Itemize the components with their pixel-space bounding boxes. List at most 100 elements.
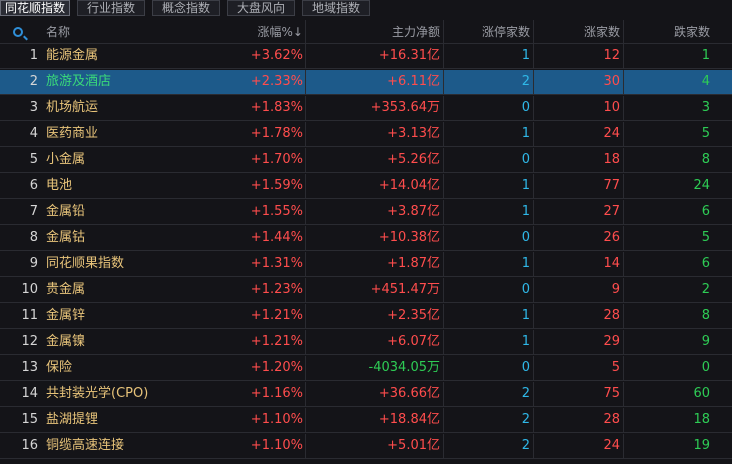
row-change: +1.83%: [250, 100, 303, 115]
row-net-flow: +3.87亿: [387, 204, 440, 219]
table-row[interactable]: 10 贵金属 +1.23% +451.47万 0 9 2: [0, 278, 732, 303]
column-header-net-flow[interactable]: 主力净额: [304, 20, 440, 43]
column-divider: [443, 356, 444, 380]
row-down-count: 3: [701, 100, 710, 115]
column-divider: [623, 278, 624, 302]
row-net-flow: +2.35亿: [387, 308, 440, 323]
row-net-flow: +6.07亿: [387, 334, 440, 349]
table-row[interactable]: 2 旅游及酒店 +2.33% +6.11亿 2 30 4: [0, 70, 732, 95]
table-row[interactable]: 14 共封装光学(CPO) +1.16% +36.66亿 2 75 60: [0, 382, 732, 407]
row-name: 机场航运: [46, 100, 99, 115]
row-index: 4: [29, 126, 38, 141]
column-divider: [533, 96, 534, 120]
table-row[interactable]: 7 金属铅 +1.55% +3.87亿 1 27 6: [0, 200, 732, 225]
row-change: +1.21%: [250, 334, 303, 349]
table-row[interactable]: 15 盐湖提锂 +1.10% +18.84亿 2 28 18: [0, 408, 732, 433]
column-divider: [623, 382, 624, 406]
table-row[interactable]: 11 金属锌 +1.21% +2.35亿 1 28 8: [0, 304, 732, 329]
column-divider: [623, 330, 624, 354]
column-divider: [533, 70, 534, 94]
tab-region-index[interactable]: 地域指数: [302, 0, 370, 16]
column-divider: [623, 20, 624, 43]
row-limit-up: 1: [521, 334, 530, 349]
row-change: +1.55%: [250, 204, 303, 219]
row-index: 16: [21, 438, 38, 453]
table-row[interactable]: 13 保险 +1.20% -4034.05万 0 5 0: [0, 356, 732, 381]
row-change: +3.62%: [250, 48, 303, 63]
row-net-flow: +16.31亿: [378, 48, 440, 63]
table-row[interactable]: 1 能源金属 +3.62% +16.31亿 1 12 1: [0, 44, 732, 69]
table-row[interactable]: 5 小金属 +1.70% +5.26亿 0 18 8: [0, 148, 732, 173]
row-up-count: 26: [603, 230, 620, 245]
column-divider: [623, 96, 624, 120]
search-icon[interactable]: [13, 27, 23, 37]
row-name: 共封装光学(CPO): [46, 386, 149, 401]
row-up-count: 30: [603, 74, 620, 89]
column-divider: [533, 174, 534, 198]
table-row[interactable]: 8 金属钴 +1.44% +10.38亿 0 26 5: [0, 226, 732, 251]
column-divider: [443, 434, 444, 458]
row-up-count: 29: [603, 334, 620, 349]
row-up-count: 10: [603, 100, 620, 115]
row-index: 14: [21, 386, 38, 401]
row-down-count: 2: [701, 282, 710, 297]
row-name: 保险: [46, 360, 73, 375]
row-limit-up: 1: [521, 204, 530, 219]
row-net-flow: +1.87亿: [387, 256, 440, 271]
row-index: 7: [29, 204, 38, 219]
column-divider: [443, 44, 444, 68]
row-name: 金属锌: [46, 308, 86, 323]
column-divider: [533, 304, 534, 328]
table-row[interactable]: 3 机场航运 +1.83% +353.64万 0 10 3: [0, 96, 732, 121]
row-net-flow: +3.13亿: [387, 126, 440, 141]
tab-market-direction[interactable]: 大盘风向: [227, 0, 295, 16]
tab-concept-index[interactable]: 概念指数: [152, 0, 220, 16]
table-row[interactable]: 9 同花顺果指数 +1.31% +1.87亿 1 14 6: [0, 252, 732, 277]
row-name: 旅游及酒店: [46, 74, 112, 89]
row-name: 同花顺果指数: [46, 256, 125, 271]
row-up-count: 14: [603, 256, 620, 271]
tab-ths-index[interactable]: 同花顺指数: [0, 0, 70, 16]
column-header-limit-up[interactable]: 涨停家数: [446, 20, 530, 43]
column-divider: [623, 304, 624, 328]
row-down-count: 4: [701, 74, 710, 89]
column-header-name[interactable]: 名称: [46, 20, 246, 43]
row-name: 金属钴: [46, 230, 86, 245]
table-row[interactable]: 6 电池 +1.59% +14.04亿 1 77 24: [0, 174, 732, 199]
row-net-flow: +14.04亿: [378, 178, 440, 193]
row-change: +1.16%: [250, 386, 303, 401]
column-header-change[interactable]: 涨幅%↓: [240, 20, 303, 43]
row-index: 2: [29, 74, 38, 89]
row-up-count: 27: [603, 204, 620, 219]
row-net-flow: +353.64万: [370, 100, 440, 115]
row-up-count: 28: [603, 308, 620, 323]
column-divider: [533, 252, 534, 276]
row-up-count: 9: [611, 282, 620, 297]
tab-industry-index[interactable]: 行业指数: [77, 0, 145, 16]
row-limit-up: 1: [521, 126, 530, 141]
row-limit-up: 2: [521, 74, 530, 89]
row-index: 5: [29, 152, 38, 167]
row-limit-up: 2: [521, 438, 530, 453]
table-row[interactable]: 4 医药商业 +1.78% +3.13亿 1 24 5: [0, 122, 732, 147]
row-index: 15: [21, 412, 38, 427]
column-divider: [533, 200, 534, 224]
column-divider: [623, 252, 624, 276]
column-header-up-count[interactable]: 涨家数: [536, 20, 620, 43]
row-net-flow: +451.47万: [370, 282, 440, 297]
row-change: +1.70%: [250, 152, 303, 167]
column-header-down-count[interactable]: 跌家数: [626, 20, 710, 43]
row-limit-up: 1: [521, 48, 530, 63]
row-limit-up: 1: [521, 178, 530, 193]
column-divider: [443, 70, 444, 94]
column-divider: [623, 44, 624, 68]
row-net-flow: +5.01亿: [387, 438, 440, 453]
table-row[interactable]: 12 金属镍 +1.21% +6.07亿 1 29 9: [0, 330, 732, 355]
table-header: 名称 涨幅%↓ 主力净额 涨停家数 涨家数 跌家数: [0, 20, 732, 44]
column-divider: [533, 44, 534, 68]
index-tab-bar: 同花顺指数 行业指数 概念指数 大盘风向 地域指数: [0, 0, 732, 16]
column-divider: [533, 226, 534, 250]
row-change: +1.44%: [250, 230, 303, 245]
column-divider: [623, 174, 624, 198]
table-row[interactable]: 16 铜缆高速连接 +1.10% +5.01亿 2 24 19: [0, 434, 732, 459]
